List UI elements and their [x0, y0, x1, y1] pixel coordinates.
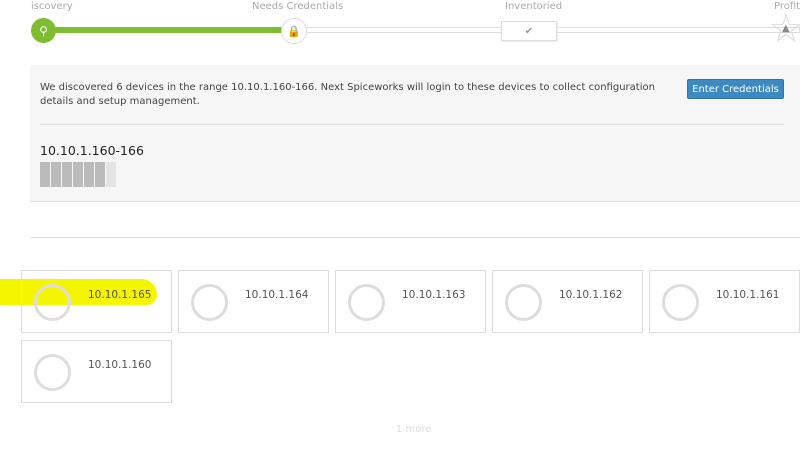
- device-card[interactable]: 10.10.1.164: [178, 270, 329, 333]
- device-card[interactable]: 10.10.1.160: [21, 340, 172, 403]
- progress-block: [73, 162, 83, 187]
- progress-block: [62, 162, 72, 187]
- step-label-needs-credentials: Needs Credentials: [252, 1, 344, 12]
- device-card[interactable]: 10.10.1.162: [492, 270, 643, 333]
- progress-block: [106, 162, 116, 187]
- lock-icon[interactable]: 🔒: [281, 18, 307, 44]
- thumbs-up-icon: ▲: [782, 23, 790, 34]
- discovery-message: We discovered 6 devices in the range 10.…: [40, 82, 655, 107]
- status-ring-icon: [34, 354, 71, 391]
- device-ip: 10.10.1.161: [716, 289, 780, 301]
- progress-block: [51, 162, 61, 187]
- device-ip: 10.10.1.164: [245, 289, 309, 301]
- check-icon[interactable]: ✔: [501, 21, 557, 41]
- status-ring-icon: [34, 284, 71, 321]
- status-ring-icon: [505, 284, 542, 321]
- progress-block: [40, 162, 50, 187]
- search-icon[interactable]: ⚲: [31, 18, 56, 43]
- device-card[interactable]: 10.10.1.163: [335, 270, 486, 333]
- range-progress: [40, 162, 116, 187]
- divider: [30, 237, 800, 238]
- progress-fill: [40, 27, 291, 33]
- device-ip: 10.10.1.162: [559, 289, 623, 301]
- range-label: 10.10.1.160-166: [40, 143, 144, 158]
- device-ip: 10.10.1.165: [88, 289, 152, 301]
- device-ip: 10.10.1.160: [88, 359, 152, 371]
- device-card[interactable]: 10.10.1.161: [649, 270, 800, 333]
- status-ring-icon: [191, 284, 228, 321]
- status-ring-icon: [348, 284, 385, 321]
- step-label-inventoried: Inventoried: [505, 1, 563, 12]
- progress-block: [95, 162, 105, 187]
- progress-block: [84, 162, 94, 187]
- more-link[interactable]: 1 more: [396, 424, 431, 435]
- discovery-panel: We discovered 6 devices in the range 10.…: [30, 65, 800, 202]
- device-ip: 10.10.1.163: [402, 289, 466, 301]
- enter-credentials-button[interactable]: Enter Credentials: [687, 79, 784, 99]
- divider: [40, 124, 784, 125]
- device-card[interactable]: 10.10.1.165: [21, 270, 172, 333]
- star-icon[interactable]: ☆ ▲: [768, 9, 800, 49]
- status-ring-icon: [662, 284, 699, 321]
- step-label-discovery: iscovery: [31, 1, 73, 12]
